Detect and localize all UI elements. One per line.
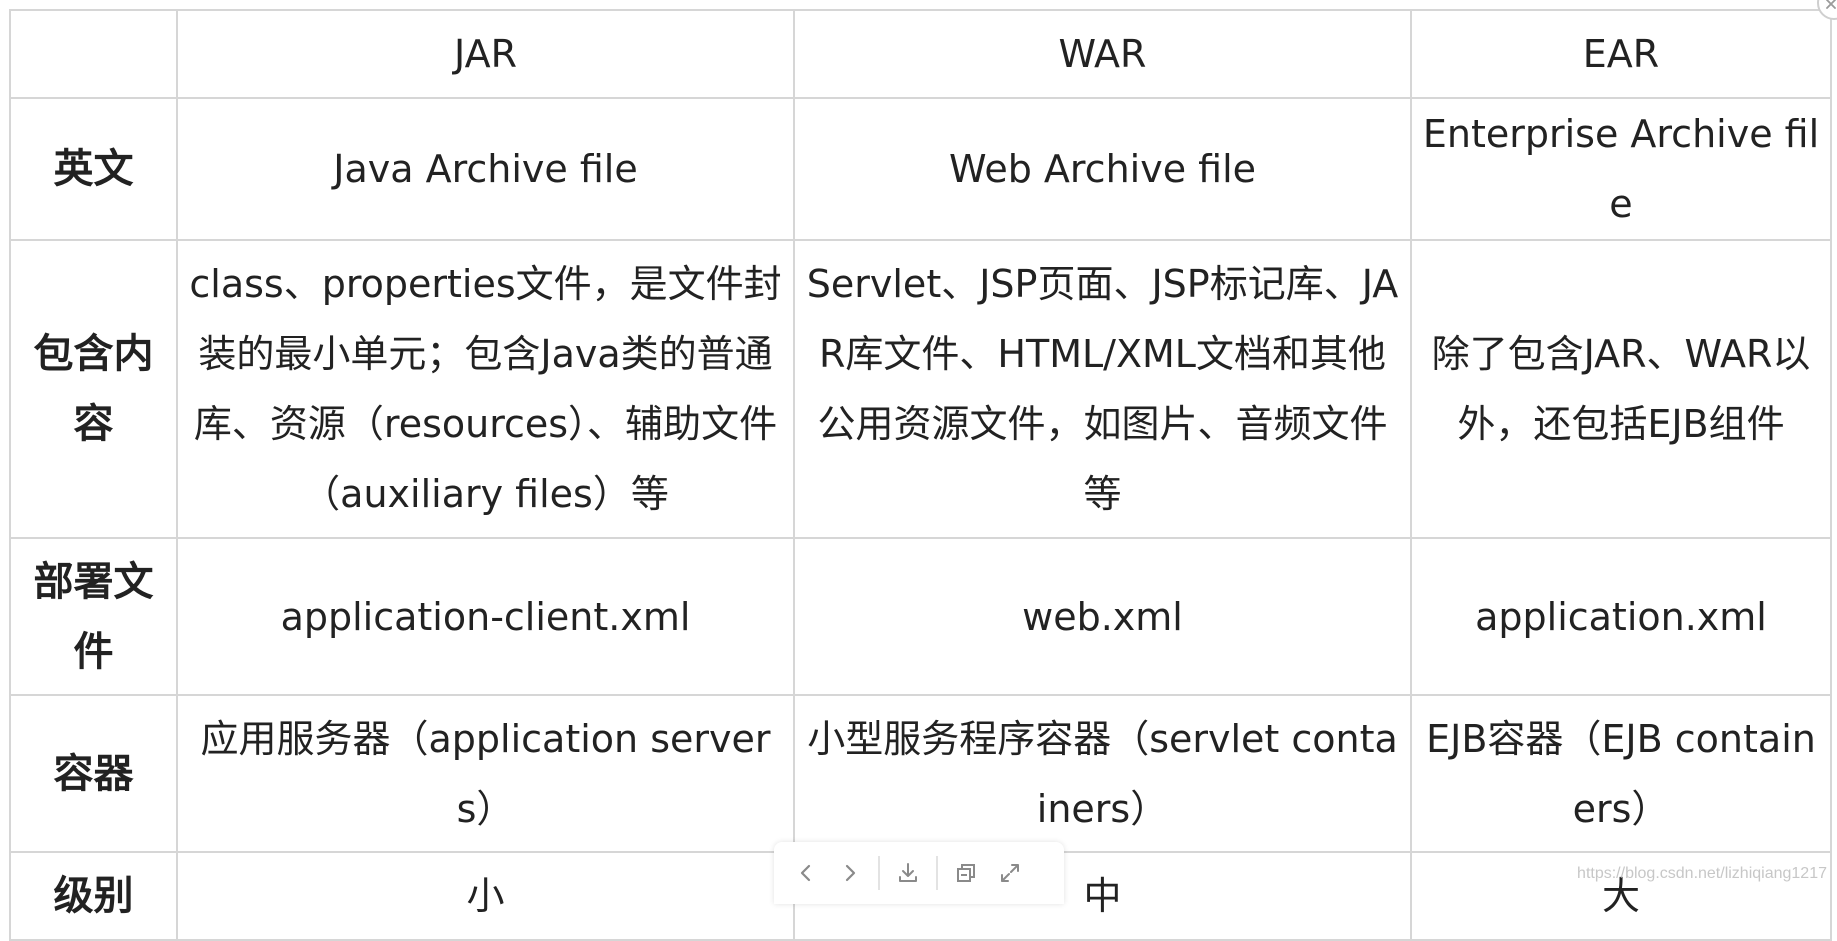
header-jar: JAR: [176, 9, 795, 99]
download-icon: [896, 861, 920, 885]
close-icon: [1825, 0, 1837, 14]
cell-war-contents: Servlet、JSP页面、JSP标记库、JAR库文件、HTML/XML文档和其…: [793, 239, 1412, 539]
previous-button[interactable]: [784, 851, 828, 895]
table-header-row: JAR WAR EAR: [9, 9, 1832, 99]
watermark: https://blog.csdn.net/lizhiqiang1217: [1577, 865, 1827, 882]
cell-war-english: Web Archive file: [793, 97, 1412, 241]
table-row: 英文 Java Archive file Web Archive file En…: [9, 97, 1832, 241]
cell-war-deploy: web.xml: [793, 537, 1412, 696]
cell-ear-contents: 除了包含JAR、WAR以外，还包括EJB组件: [1410, 239, 1832, 539]
cell-ear-english: Enterprise Archive file: [1410, 97, 1832, 241]
cell-war-container: 小型服务程序容器（servlet containers）: [793, 694, 1412, 853]
row-label-english: 英文: [9, 97, 178, 241]
copy-icon: [954, 861, 978, 885]
corner-cell: [9, 9, 178, 99]
cell-jar-level: 小: [176, 851, 795, 941]
toolbar-divider: [936, 856, 938, 890]
header-ear: EAR: [1410, 9, 1832, 99]
cell-jar-deploy: application-client.xml: [176, 537, 795, 696]
chevron-left-icon: [795, 862, 817, 884]
row-label-level: 级别: [9, 851, 178, 941]
next-button[interactable]: [828, 851, 872, 895]
row-label-deploy: 部署文件: [9, 537, 178, 696]
table-row: 包含内容 class、properties文件，是文件封装的最小单元；包含Jav…: [9, 239, 1832, 539]
cell-jar-contents: class、properties文件，是文件封装的最小单元；包含Java类的普通…: [176, 239, 795, 539]
chevron-right-icon: [839, 862, 861, 884]
fullscreen-button[interactable]: [988, 851, 1032, 895]
download-button[interactable]: [886, 851, 930, 895]
expand-icon: [998, 861, 1022, 885]
comparison-table: JAR WAR EAR 英文 Java Archive file Web Arc…: [9, 9, 1832, 941]
toolbar-divider: [878, 856, 880, 890]
row-label-container: 容器: [9, 694, 178, 853]
copy-button[interactable]: [944, 851, 988, 895]
row-label-contents: 包含内容: [9, 239, 178, 539]
cell-jar-container: 应用服务器（application servers）: [176, 694, 795, 853]
image-viewer: JAR WAR EAR 英文 Java Archive file Web Arc…: [0, 0, 1837, 941]
header-war: WAR: [793, 9, 1412, 99]
cell-ear-container: EJB容器（EJB containers）: [1410, 694, 1832, 853]
table-row: 容器 应用服务器（application servers） 小型服务程序容器（s…: [9, 694, 1832, 853]
cell-jar-english: Java Archive file: [176, 97, 795, 241]
cell-ear-deploy: application.xml: [1410, 537, 1832, 696]
image-toolbar: [774, 842, 1064, 904]
table-row: 部署文件 application-client.xml web.xml appl…: [9, 537, 1832, 696]
